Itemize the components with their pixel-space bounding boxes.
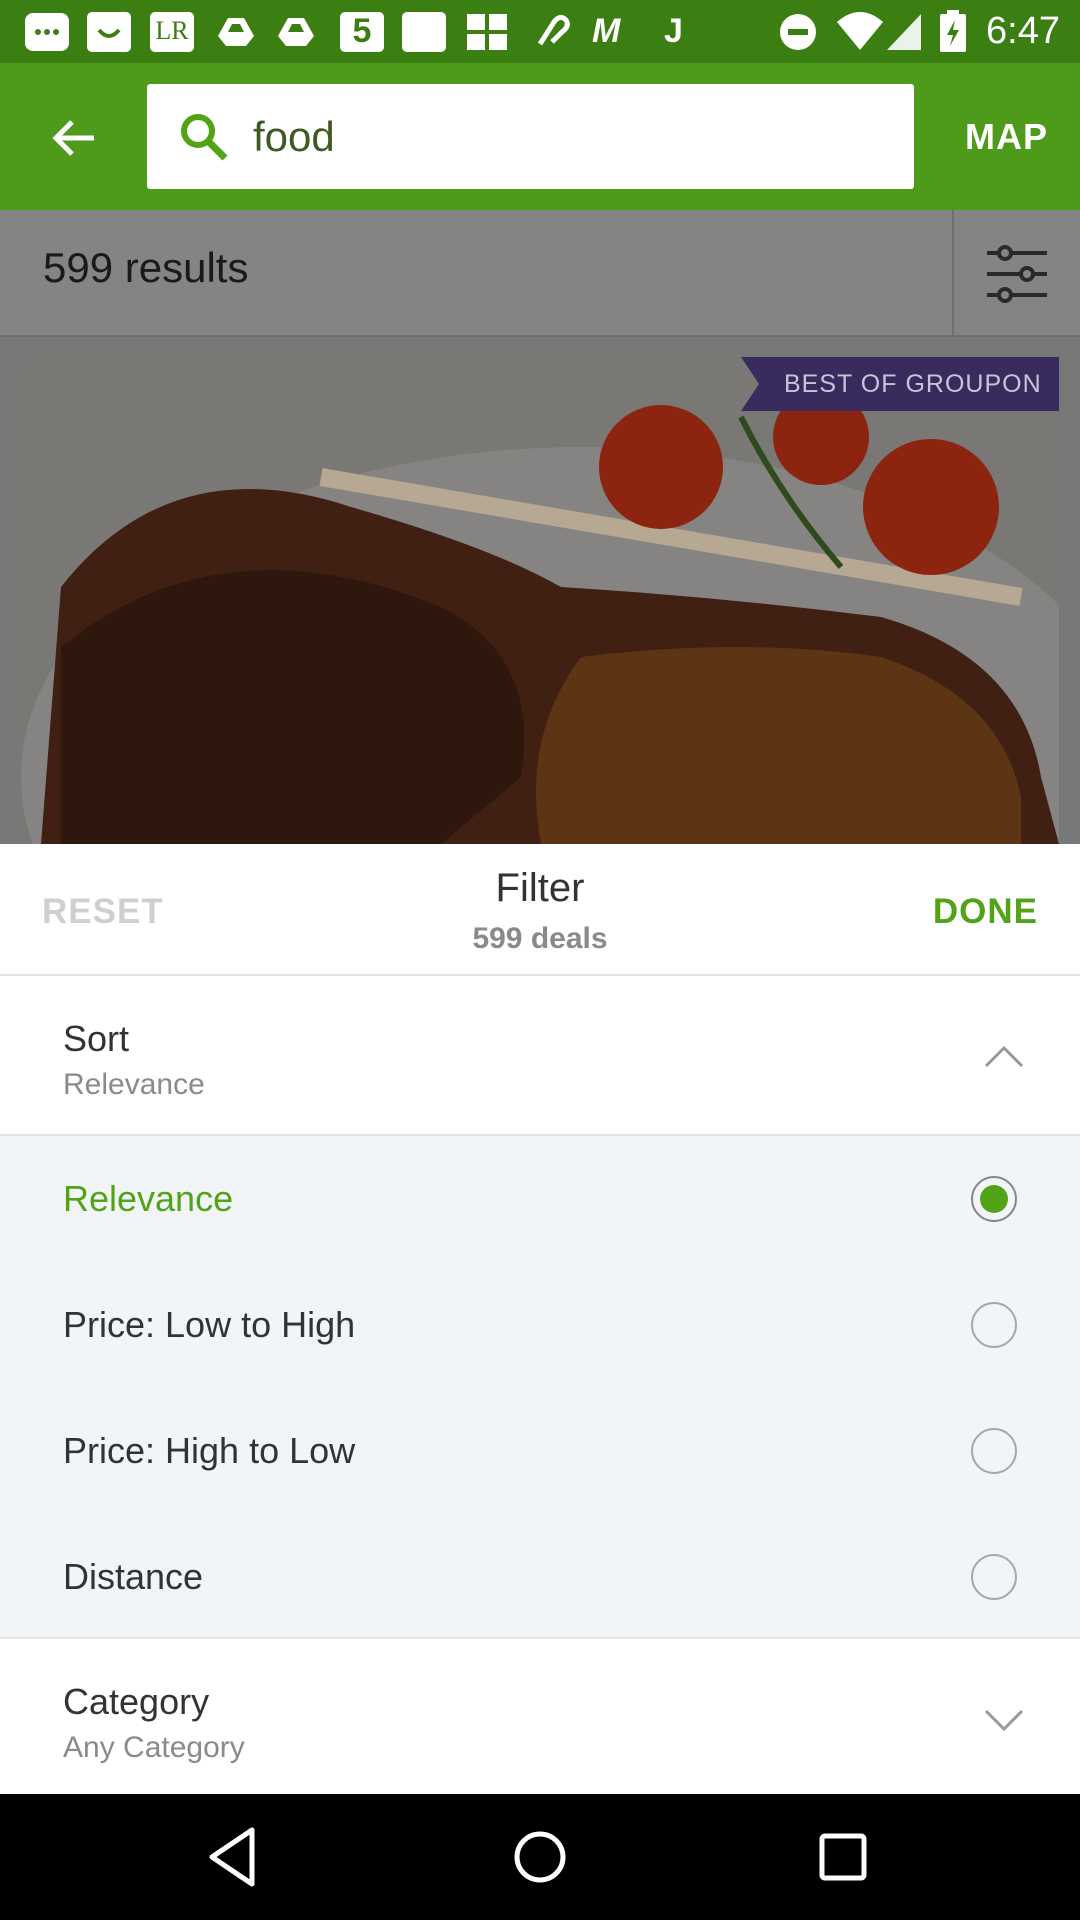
done-button[interactable]: DONE (933, 892, 1038, 932)
category-title: Category (63, 1681, 210, 1722)
best-of-groupon-badge: BEST OF GROUPON (741, 357, 1059, 411)
wifi-icon (835, 8, 885, 54)
sort-option-price-high-low[interactable]: Price: High to Low (0, 1388, 1080, 1514)
blank-app-icon (402, 12, 446, 52)
do-not-disturb-icon (776, 8, 820, 54)
sort-current-value: Relevance (63, 1068, 205, 1101)
battery-charging-icon (938, 8, 968, 54)
system-nav-bar (0, 1794, 1080, 1920)
radio-unselected[interactable] (971, 1428, 1017, 1474)
lr-app-label: LR (155, 16, 189, 45)
sort-option-label: Relevance (63, 1178, 234, 1219)
radio-selected[interactable] (971, 1176, 1017, 1222)
chevron-up-icon (984, 1045, 1024, 1068)
search-query: food (253, 113, 335, 160)
five-app-label: 5 (352, 12, 372, 50)
recents-square-icon[interactable] (808, 1822, 878, 1892)
grid-app-icon (465, 8, 509, 54)
clock: 6:47 (986, 10, 1060, 52)
steak-image (21, 357, 1059, 844)
sort-option-label: Price: High to Low (63, 1430, 356, 1471)
filter-sheet: RESET Filter 599 deals DONE Sort Relevan… (0, 844, 1080, 1797)
sort-option-label: Price: Low to High (63, 1304, 356, 1345)
category-current-value: Any Category (63, 1731, 245, 1764)
search-icon (181, 114, 228, 161)
deal-card[interactable]: BEST OF GROUPON (0, 337, 1080, 844)
filter-deal-count: 599 deals (472, 922, 608, 955)
chat-icon (25, 13, 69, 51)
m-app-label: M (592, 12, 621, 50)
sort-title: Sort (63, 1018, 130, 1059)
filter-header: RESET Filter 599 deals DONE (0, 844, 1080, 976)
m-app-icon: M (592, 8, 620, 54)
category-section-header[interactable]: Category Any Category (0, 1641, 1080, 1797)
map-button[interactable]: MAP (965, 108, 1048, 166)
back-triangle-icon[interactable] (200, 1822, 270, 1892)
search-input[interactable]: food (147, 84, 914, 189)
chevron-down-icon (984, 1709, 1024, 1732)
status-bar: LR 5 M J 6:47 (0, 0, 1080, 63)
back-button[interactable] (30, 98, 118, 178)
link-app-icon (530, 8, 574, 54)
smile-app-icon (87, 12, 131, 52)
filter-title: Filter (495, 866, 585, 910)
sort-section-header[interactable]: Sort Relevance (0, 978, 1080, 1134)
drive-icon (274, 8, 318, 54)
radio-unselected[interactable] (971, 1302, 1017, 1348)
drive-icon (214, 8, 258, 54)
deal-photo (21, 357, 1059, 844)
divider (952, 210, 954, 337)
results-count: 599 results (43, 244, 249, 291)
home-circle-icon[interactable] (505, 1822, 575, 1892)
sort-option-relevance[interactable]: Relevance (0, 1136, 1080, 1262)
lr-app-icon: LR (150, 12, 194, 52)
search-toolbar: food MAP (0, 63, 1080, 210)
badge-label: BEST OF GROUPON (784, 370, 1042, 398)
sort-options-list: Relevance Price: Low to High Price: High… (0, 1134, 1080, 1639)
results-bar: 599 results (0, 210, 1080, 337)
sort-option-distance[interactable]: Distance (0, 1514, 1080, 1640)
signal-icon (885, 8, 925, 54)
filter-sliders-icon[interactable] (985, 243, 1049, 305)
sort-option-label: Distance (63, 1556, 204, 1597)
back-arrow-icon (52, 120, 94, 156)
five-app-icon: 5 (340, 12, 384, 52)
sort-option-price-low-high[interactable]: Price: Low to High (0, 1262, 1080, 1388)
j-app-icon: J (664, 8, 683, 54)
radio-unselected[interactable] (971, 1554, 1017, 1600)
j-app-label: J (664, 12, 683, 50)
